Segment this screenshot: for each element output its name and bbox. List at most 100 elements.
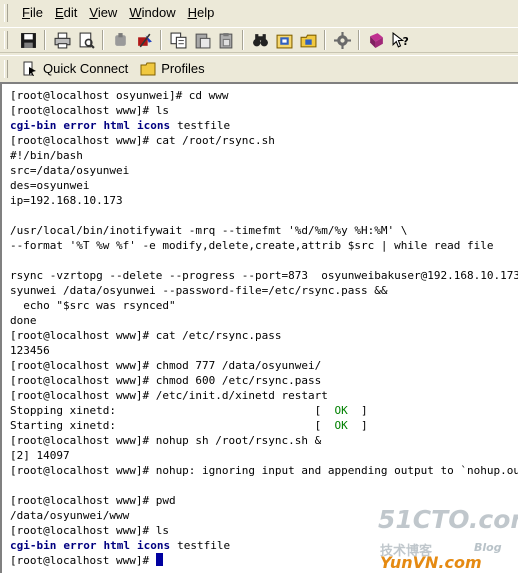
menu-edit[interactable]: Edit <box>49 3 83 23</box>
quick-connect-label: Quick Connect <box>43 61 129 76</box>
terminal-line: [root@localhost www]# cat /etc/rsync.pas… <box>10 329 282 342</box>
terminal-line: [root@localhost www]# nohup: ignoring in… <box>10 464 518 477</box>
new-folder-button[interactable] <box>297 29 319 51</box>
terminal-line: /usr/local/bin/inotifywait -mrq --timefm… <box>10 224 408 237</box>
profiles-label: Profiles <box>161 61 205 76</box>
text-cursor <box>155 553 163 566</box>
terminal-line: done <box>10 314 37 327</box>
find-icon <box>252 33 268 46</box>
copy-button[interactable] <box>167 29 189 51</box>
terminal-line: [root@localhost www]# chmod 777 /data/os… <box>10 359 322 372</box>
terminal-line: echo "$src was rsynced" <box>10 299 176 312</box>
terminal-line: [root@localhost www]# chmod 600 /etc/rsy… <box>10 374 322 387</box>
service-label: Stopping xinetd: <box>10 404 116 417</box>
settings-button[interactable] <box>331 29 353 51</box>
menu-view[interactable]: View <box>83 3 123 23</box>
connection-bar: Quick Connect Profiles <box>0 55 518 81</box>
menu-file[interactable]: File <box>16 3 49 23</box>
terminal-line: des=osyunwei <box>10 179 90 192</box>
file-transfer-button[interactable] <box>273 29 295 51</box>
terminal-line: ip=192.168.10.173 <box>10 194 123 207</box>
terminal-line: 123456 <box>10 344 50 357</box>
directory-entry: cgi-bin <box>10 119 57 132</box>
menu-help[interactable]: Help <box>182 3 221 23</box>
folder-icon <box>140 62 156 75</box>
directory-entry: cgi-bin <box>10 539 57 552</box>
directory-entry: error <box>63 539 97 552</box>
print-preview-icon <box>79 32 95 49</box>
directory-entry: icons <box>136 539 171 552</box>
terminal-line: #!/bin/bash <box>10 149 83 162</box>
toolbar-separator <box>324 30 326 50</box>
paste-icon <box>195 33 210 48</box>
terminal-line: syunwei /data/osyunwei --password-file=/… <box>10 284 388 297</box>
terminal-line: [2] 14097 <box>10 449 70 462</box>
terminal-line: --format '%T %w %f' -e modify,delete,cre… <box>10 239 494 252</box>
disconnect-icon <box>114 32 126 46</box>
print-icon <box>54 32 70 48</box>
terminal-line: [root@localhost osyunwei]# cd www <box>10 89 229 102</box>
file-entry: testfile <box>177 119 231 132</box>
ls-output-line: cgi-bin error html icons testfile <box>10 538 518 553</box>
settings-icon <box>333 31 351 49</box>
help-book-icon <box>369 32 383 48</box>
paste-button[interactable] <box>191 29 213 51</box>
terminal-line: src=/data/osyunwei <box>10 164 130 177</box>
menubar-grip[interactable] <box>4 3 8 22</box>
ok-status: OK <box>334 419 348 432</box>
service-status-line: Starting xinetd: [ OK ] <box>10 419 368 432</box>
directory-entry: html <box>103 119 130 132</box>
ls-output-line: cgi-bin error html icons testfile <box>10 118 518 133</box>
toolbar-separator <box>102 30 104 50</box>
copy-icon <box>170 32 186 48</box>
quick-connect-icon <box>23 61 36 76</box>
terminal-output: [root@localhost osyunwei]# cd www [root@… <box>10 88 518 568</box>
toolbar-separator <box>358 30 360 50</box>
context-help-button[interactable]: ? <box>389 29 411 51</box>
menu-window[interactable]: Window <box>123 3 181 23</box>
terminal-line: [root@localhost www]# /etc/init.d/xinetd… <box>10 389 328 402</box>
window-chrome: File Edit View Window Help ? Quick Conne… <box>0 0 518 82</box>
toolbar: ? <box>0 27 518 53</box>
quick-connect-button[interactable]: Quick Connect <box>16 58 134 80</box>
terminal-line: [root@localhost www]# ls <box>10 104 169 117</box>
save-button[interactable] <box>17 29 39 51</box>
connect-icon <box>137 33 152 47</box>
paste-special-button[interactable] <box>215 29 237 51</box>
toolbar-separator <box>44 30 46 50</box>
new-folder-icon <box>300 34 316 47</box>
connect-button[interactable] <box>133 29 155 51</box>
directory-entry: html <box>103 539 130 552</box>
shell-prompt: [root@localhost www]# <box>10 554 156 567</box>
linkbar-grip[interactable] <box>4 59 8 78</box>
terminal-line: rsync -vzrtopg --delete --progress --por… <box>10 269 518 282</box>
service-label: Starting xinetd: <box>10 419 116 432</box>
menu-bar: File Edit View Window Help <box>0 0 518 25</box>
toolbar-grip[interactable] <box>4 31 8 49</box>
find-button[interactable] <box>249 29 271 51</box>
disconnect-button[interactable] <box>109 29 131 51</box>
watermark-site: 51CTO.com <box>378 505 518 534</box>
terminal-line: [root@localhost www]# nohup sh /root/rsy… <box>10 434 322 447</box>
profiles-button[interactable]: Profiles <box>134 58 210 80</box>
directory-entry: icons <box>136 119 171 132</box>
print-preview-button[interactable] <box>75 29 97 51</box>
terminal-pane[interactable]: [root@localhost osyunwei]# cd www [root@… <box>0 82 518 573</box>
ok-status: OK <box>334 404 348 417</box>
directory-entry: error <box>63 119 97 132</box>
svg-text:?: ? <box>402 34 408 47</box>
file-entry: testfile <box>177 539 231 552</box>
context-help-icon: ? <box>392 31 408 47</box>
print-button[interactable] <box>51 29 73 51</box>
new-file-transfer-icon <box>276 34 292 48</box>
paste-special-icon <box>219 32 232 48</box>
save-icon <box>20 32 36 48</box>
watermark-url: YunVN.com <box>380 553 482 572</box>
toolbar-separator <box>160 30 162 50</box>
service-status-line: Stopping xinetd: [ OK ] <box>10 404 368 417</box>
help-book-button[interactable] <box>365 29 387 51</box>
terminal-line: [root@localhost www]# cat /root/rsync.sh <box>10 134 275 147</box>
